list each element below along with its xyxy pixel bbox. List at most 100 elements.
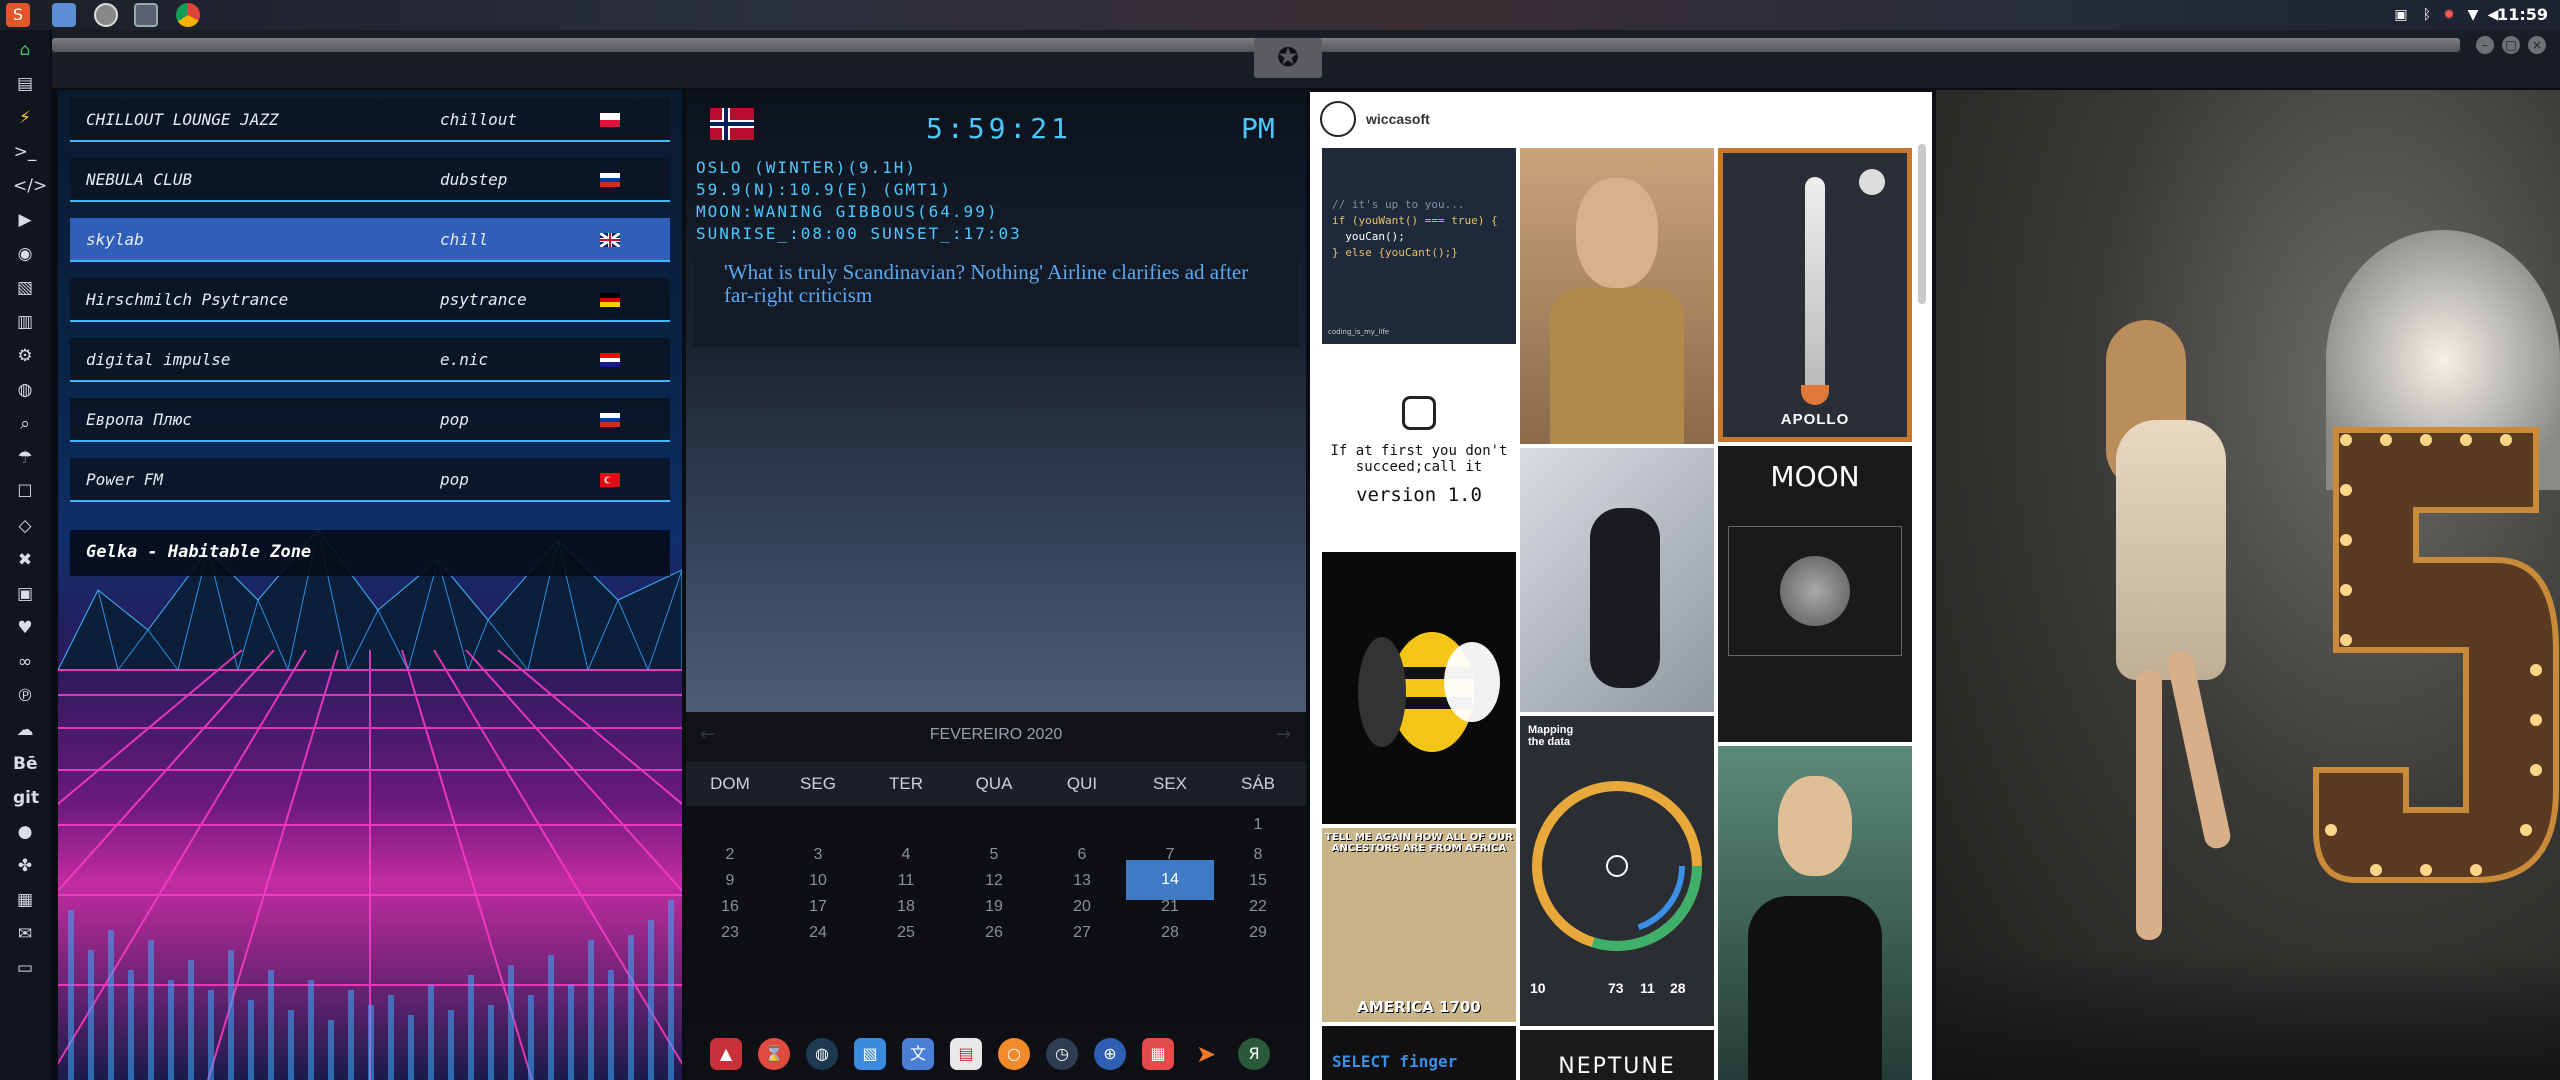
calendar-day[interactable]: 8 (1214, 846, 1302, 864)
station-item[interactable]: digital impulse e.nic (70, 338, 670, 382)
calendar-day[interactable]: 29 (1214, 924, 1302, 942)
pin-neptune-tile[interactable]: NEPTUNE (1520, 1030, 1714, 1080)
calendar-day[interactable]: 24 (774, 924, 862, 942)
scrollbar[interactable] (1918, 144, 1926, 304)
bluetooth-icon[interactable]: ᛒ (2418, 6, 2436, 24)
station-item[interactable]: Hirschmilch Psytrance psytrance (70, 278, 670, 322)
umbrella-icon[interactable]: ☂ (13, 446, 37, 470)
rebel-alliance-icon[interactable]: ✪ (1254, 38, 1322, 78)
terminal-icon[interactable]: >_ (13, 140, 37, 164)
station-item[interactable]: Power FM pop (70, 458, 670, 502)
next-month-icon[interactable]: → (1276, 724, 1291, 745)
calendar-day[interactable]: 11 (862, 872, 950, 890)
translate-icon[interactable]: 文 (902, 1038, 934, 1070)
timer-icon[interactable]: ⌛ (758, 1038, 790, 1070)
calendar-day[interactable]: 1 (1214, 816, 1302, 834)
link-icon[interactable]: ∞ (13, 650, 37, 674)
arrow-icon[interactable]: ➤ (1190, 1038, 1222, 1070)
calendar-day[interactable]: 16 (686, 898, 774, 916)
news-icon[interactable]: ▤ (950, 1038, 982, 1070)
image-icon[interactable]: ▧ (13, 276, 37, 300)
pin-select-tile[interactable]: SELECT finger (1322, 1026, 1516, 1080)
calendar-day-today[interactable]: 14 (1126, 860, 1214, 900)
calendar-day[interactable]: 5 (950, 846, 1038, 864)
image-viewer-icon[interactable]: ▧ (854, 1038, 886, 1070)
notification-icon[interactable]: ✹ (2440, 6, 2458, 24)
calendar-day[interactable]: 26 (950, 924, 1038, 942)
news-card[interactable]: 'What is truly Scandinavian? Nothing' Ai… (694, 243, 1298, 347)
calendar-day[interactable]: 22 (1214, 898, 1302, 916)
calendar-day[interactable]: 12 (950, 872, 1038, 890)
git-icon[interactable]: git (13, 786, 39, 810)
files-icon[interactable] (52, 3, 76, 27)
avatar[interactable] (1320, 101, 1356, 137)
calendar-day[interactable]: 15 (1214, 872, 1302, 890)
calendar-day[interactable]: 6 (1038, 846, 1126, 864)
cloud-icon[interactable]: ☁ (13, 718, 37, 742)
terminal-icon[interactable] (134, 3, 158, 27)
calendar-day[interactable]: 23 (686, 924, 774, 942)
heart-icon[interactable]: ♥ (13, 616, 37, 640)
web-icon[interactable]: ⊕ (1094, 1038, 1126, 1070)
station-item[interactable]: Европа Плюс pop (70, 398, 670, 442)
calendar-day[interactable]: 4 (862, 846, 950, 864)
minimize-button[interactable]: – (2476, 36, 2494, 54)
app-launcher-icon[interactable]: ▲ (710, 1038, 742, 1070)
network-icon[interactable]: ✤ (13, 854, 37, 878)
pin-moon-tile[interactable]: MOON (1718, 446, 1912, 742)
pin-mapping-tile[interactable]: Mapping the data 10 73 11 28 (1520, 716, 1714, 1026)
calendar-day[interactable]: 25 (862, 924, 950, 942)
calendar-day[interactable]: 28 (1126, 924, 1214, 942)
sublime-icon[interactable]: S (6, 3, 30, 27)
pin-ancestors-tile[interactable]: TELL ME AGAIN HOW ALL OF OUR ANCESTORS A… (1322, 828, 1516, 1022)
calendar-day[interactable]: 3 (774, 846, 862, 864)
pin-blonde-tile[interactable] (1718, 746, 1912, 1080)
search-icon[interactable]: ⌕ (13, 412, 37, 436)
map-icon[interactable]: ▦ (13, 888, 37, 912)
behance-icon[interactable]: Bē (13, 752, 38, 776)
chat-icon[interactable]: ◉ (13, 242, 37, 266)
globe-icon[interactable]: ◍ (13, 378, 37, 402)
pin-code-tile[interactable]: // it's up to you... if (youWant() === t… (1322, 148, 1516, 344)
search-orange-icon[interactable]: ○ (998, 1038, 1030, 1070)
close-button[interactable]: × (2528, 36, 2546, 54)
calendar-day[interactable]: 27 (1038, 924, 1126, 942)
pin-portrait-tile[interactable] (1520, 148, 1714, 444)
calendar-day[interactable]: 2 (686, 846, 774, 864)
video-icon[interactable]: ▣ (13, 582, 37, 606)
calendar-day[interactable]: 13 (1038, 872, 1126, 890)
contact-icon[interactable]: ☐ (13, 480, 37, 504)
image-icon[interactable]: ▣ (2392, 6, 2410, 24)
pinterest-icon[interactable]: ℗ (13, 684, 37, 708)
calendar-day[interactable]: 19 (950, 898, 1038, 916)
calendar-day[interactable]: 17 (774, 898, 862, 916)
pin-stairs-tile[interactable] (1520, 448, 1714, 712)
github-icon[interactable]: ● (13, 820, 37, 844)
bolt-icon[interactable]: ⚡ (13, 106, 37, 130)
window-icon[interactable]: ▭ (13, 956, 37, 980)
pin-bee-tile[interactable] (1322, 552, 1516, 824)
now-playing-bar[interactable]: Gelka - Habitable Zone (70, 530, 670, 576)
calendar-icon[interactable]: ▦ (1142, 1038, 1174, 1070)
maximize-button[interactable]: □ (2502, 36, 2520, 54)
username[interactable]: wiccasoft (1366, 111, 1430, 127)
calendar-day[interactable]: 20 (1038, 898, 1126, 916)
tag-icon[interactable]: ◇ (13, 514, 37, 538)
settings-icon[interactable]: ⚙ (13, 344, 37, 368)
play-icon[interactable]: ▶ (13, 208, 37, 232)
station-item-active[interactable]: skylab chill (70, 218, 670, 262)
code-icon[interactable]: </> (13, 174, 47, 198)
tools-icon[interactable]: ✖ (13, 548, 37, 572)
clock[interactable]: 11:59 (2497, 5, 2548, 24)
system-monitor-icon[interactable] (94, 3, 118, 27)
calendar-day[interactable]: 10 (774, 872, 862, 890)
calendar-day[interactable]: 18 (862, 898, 950, 916)
wifi-icon[interactable]: ▼ (2464, 6, 2482, 24)
globe-dark-icon[interactable]: ◍ (806, 1038, 838, 1070)
news-headline-link[interactable]: 'What is truly Scandinavian? Nothing' Ai… (724, 261, 1264, 307)
mail-icon[interactable]: ✉ (13, 922, 37, 946)
chrome-icon[interactable] (176, 3, 200, 27)
yandex-icon[interactable]: Я (1238, 1038, 1270, 1070)
station-item[interactable]: CHILLOUT LOUNGE JAZZ chillout (70, 98, 670, 142)
home-icon[interactable]: ⌂ (13, 38, 37, 62)
